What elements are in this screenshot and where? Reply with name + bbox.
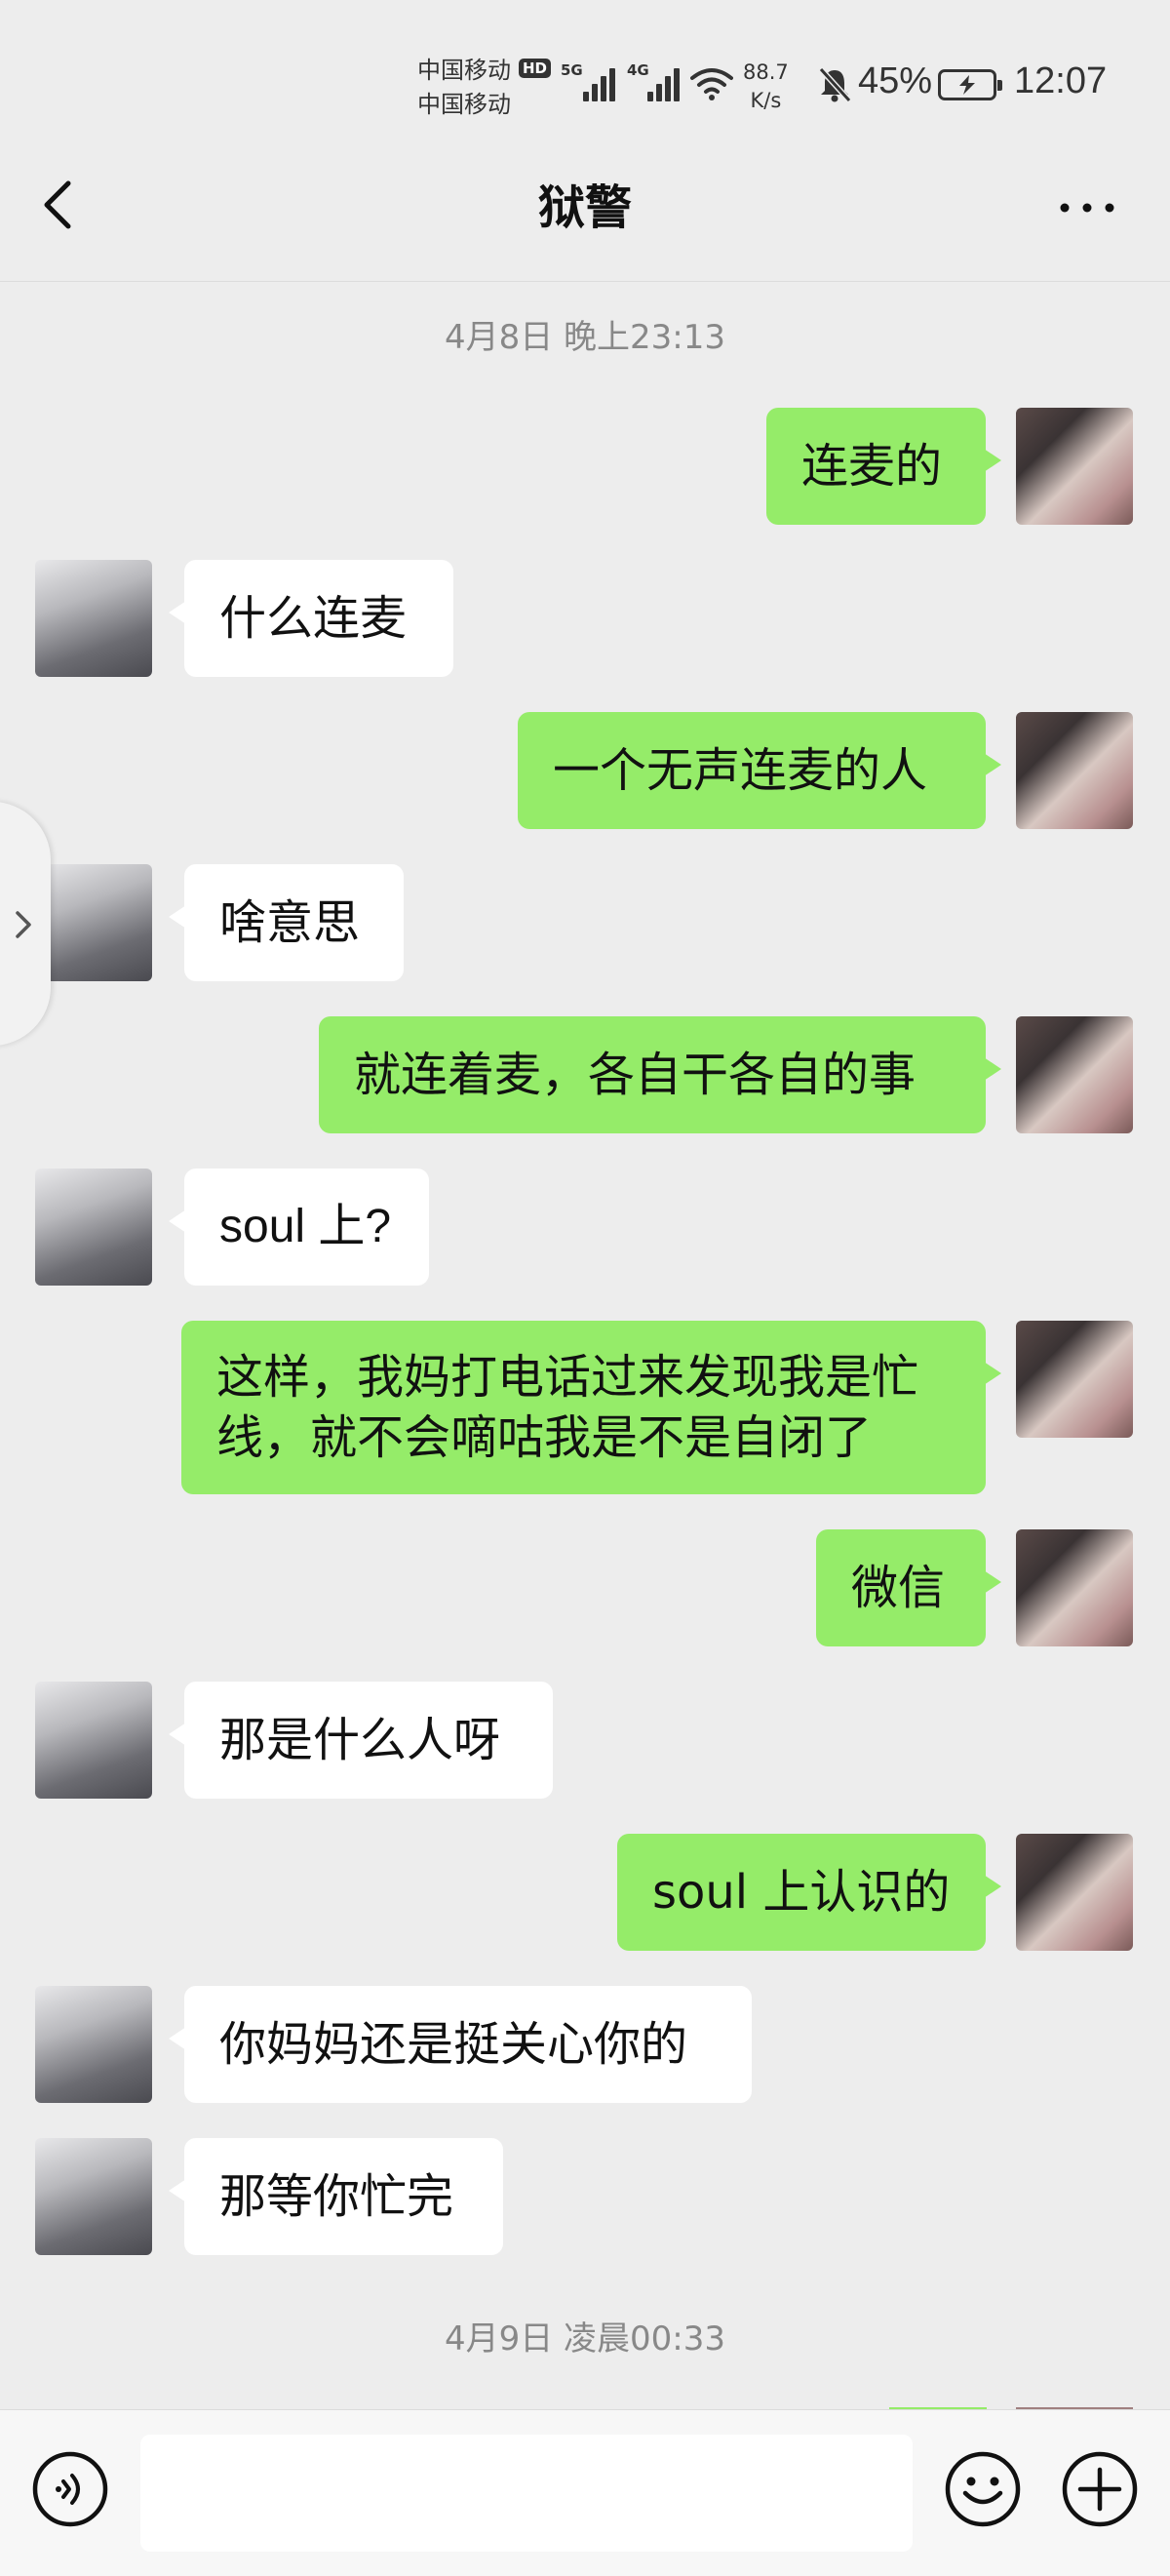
avatar-self[interactable]	[1016, 712, 1133, 829]
plus-button[interactable]	[1061, 2450, 1139, 2528]
avatar-contact[interactable]	[35, 1682, 152, 1799]
avatar-self[interactable]	[1016, 1834, 1133, 1951]
wifi-icon	[690, 68, 733, 100]
network-type-1: 5G	[561, 61, 583, 79]
network-speed: 88.7 K/s	[743, 59, 789, 115]
avatar-contact[interactable]	[35, 1986, 152, 2103]
chat-title: 狱警	[537, 180, 632, 235]
mute-bell-icon	[818, 66, 852, 103]
message-input[interactable]	[140, 2435, 913, 2552]
voice-icon	[32, 2451, 108, 2527]
emoji-icon	[945, 2451, 1021, 2527]
carrier-labels: 中国移动 中国移动	[417, 54, 511, 122]
side-expand-handle[interactable]	[0, 802, 51, 1046]
carrier-name-2: 中国移动	[417, 91, 511, 118]
chat-bubble-self[interactable]: soul 上认识的	[617, 1834, 1001, 1951]
emoji-button[interactable]	[944, 2450, 1022, 2528]
chat-bubble-contact[interactable]: 啥意思	[169, 864, 404, 981]
voice-button[interactable]	[31, 2450, 109, 2528]
battery-percent: 45%	[858, 60, 933, 101]
avatar-self[interactable]	[1016, 408, 1133, 525]
network-type-2: 4G	[627, 61, 649, 79]
status-bar: 中国移动 中国移动 HD 5G 4G 88.7 K/s 45% 12:07	[0, 0, 1170, 164]
network-speed-unit: K/s	[750, 89, 782, 112]
message-timestamp: 4月8日 晚上23:13	[444, 318, 726, 357]
chat-bubble-contact[interactable]: 你妈妈还是挺关心你的	[169, 1986, 752, 2103]
avatar-self[interactable]	[1016, 1016, 1133, 1133]
chat-bubble-self[interactable]: 这样，我妈打电话过来发现我是忙 线，就不会嘀咕我是不是自闭了	[181, 1321, 1001, 1494]
signal-icon	[583, 64, 622, 101]
hd-badge: HD	[519, 59, 552, 78]
message-timestamp: 4月9日 凌晨00:33	[444, 2319, 726, 2358]
signal-icon	[647, 64, 686, 101]
avatar-contact[interactable]	[35, 864, 152, 981]
chat-bubble-contact[interactable]: 什么连麦	[169, 560, 453, 677]
avatar-self[interactable]	[1016, 1529, 1133, 1646]
chat-bubble-contact[interactable]: soul 上?	[169, 1169, 429, 1286]
chat-bubble-self[interactable]: 微信	[816, 1529, 1001, 1646]
chat-bubble-contact[interactable]: 那是什么人呀	[169, 1682, 553, 1799]
chevron-right-icon	[16, 911, 31, 938]
plus-icon	[1062, 2451, 1138, 2527]
more-button[interactable]	[1053, 176, 1121, 234]
chat-bubble-self[interactable]: 一个无声连麦的人	[518, 712, 1001, 829]
avatar-self[interactable]	[1016, 1321, 1133, 1438]
avatar-contact[interactable]	[35, 560, 152, 677]
battery-icon	[938, 69, 1002, 100]
clock: 12:07	[1014, 60, 1108, 101]
avatar-contact[interactable]	[35, 2138, 152, 2255]
carrier-name-1: 中国移动	[417, 57, 511, 84]
network-speed-value: 88.7	[743, 60, 789, 84]
chat-bubble-self[interactable]: 就连着麦，各自干各自的事	[319, 1016, 1001, 1133]
chat-bubble-self[interactable]: 连麦的	[766, 408, 1001, 525]
chat-bubble-contact[interactable]: 那等你忙完	[169, 2138, 503, 2255]
more-dots-icon	[1060, 203, 1114, 213]
avatar-contact[interactable]	[35, 1169, 152, 1286]
